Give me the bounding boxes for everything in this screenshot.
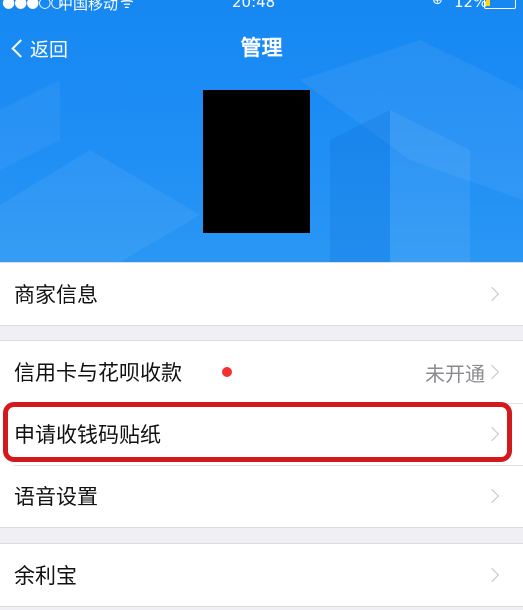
signal-strength-icon: ●●●○○ [2,0,63,11]
menu-item-label: 语音设置 [14,485,98,509]
menu-item-status: 未开通 [425,361,485,386]
chevron-right-icon [484,286,500,302]
status-bar: ●●●○○ 中国移动 ᯤ 20:48 ⊕ 12% [0,0,523,14]
chevron-right-icon [484,426,500,442]
wifi-icon: ᯤ [120,0,134,12]
qr-code-redacted [203,90,310,233]
menu-item-label: 商家信息 [14,283,98,307]
battery-icon [484,0,516,9]
chevron-right-icon [484,567,500,583]
menu-item-label: 申请收钱码贴纸 [14,423,161,447]
menu-item-merchant-info[interactable]: 商家信息 [0,263,523,325]
header-banner: ●●●○○ 中国移动 ᯤ 20:48 ⊕ 12% 返回 管理 [0,0,523,262]
menu-item-label: 余利宝 [14,564,77,588]
status-time: 20:48 [232,0,276,11]
page-title: 管理 [240,36,283,60]
battery-percent: 12% [454,0,488,11]
menu-item-voice-settings[interactable]: 语音设置 [0,465,523,527]
menu-group-payment: 信用卡与花呗收款 未开通 申请收钱码贴纸 语音设置 [0,340,523,528]
chevron-right-icon [484,488,500,504]
chevron-right-icon [484,364,500,380]
carrier-name: 中国移动 [58,0,119,13]
menu-item-credit-card-huabei[interactable]: 信用卡与花呗收款 未开通 [0,341,523,403]
menu-item-apply-qr-sticker[interactable]: 申请收钱码贴纸 [0,403,523,465]
menu-group-yulibao: 余利宝 [0,543,523,607]
menu-item-yulibao[interactable]: 余利宝 [0,544,523,606]
menu-item-label: 信用卡与花呗收款 [14,361,182,385]
menu-group-merchant: 商家信息 [0,262,523,326]
orientation-lock-icon: ⊕ [432,0,443,8]
notification-dot [222,367,232,377]
